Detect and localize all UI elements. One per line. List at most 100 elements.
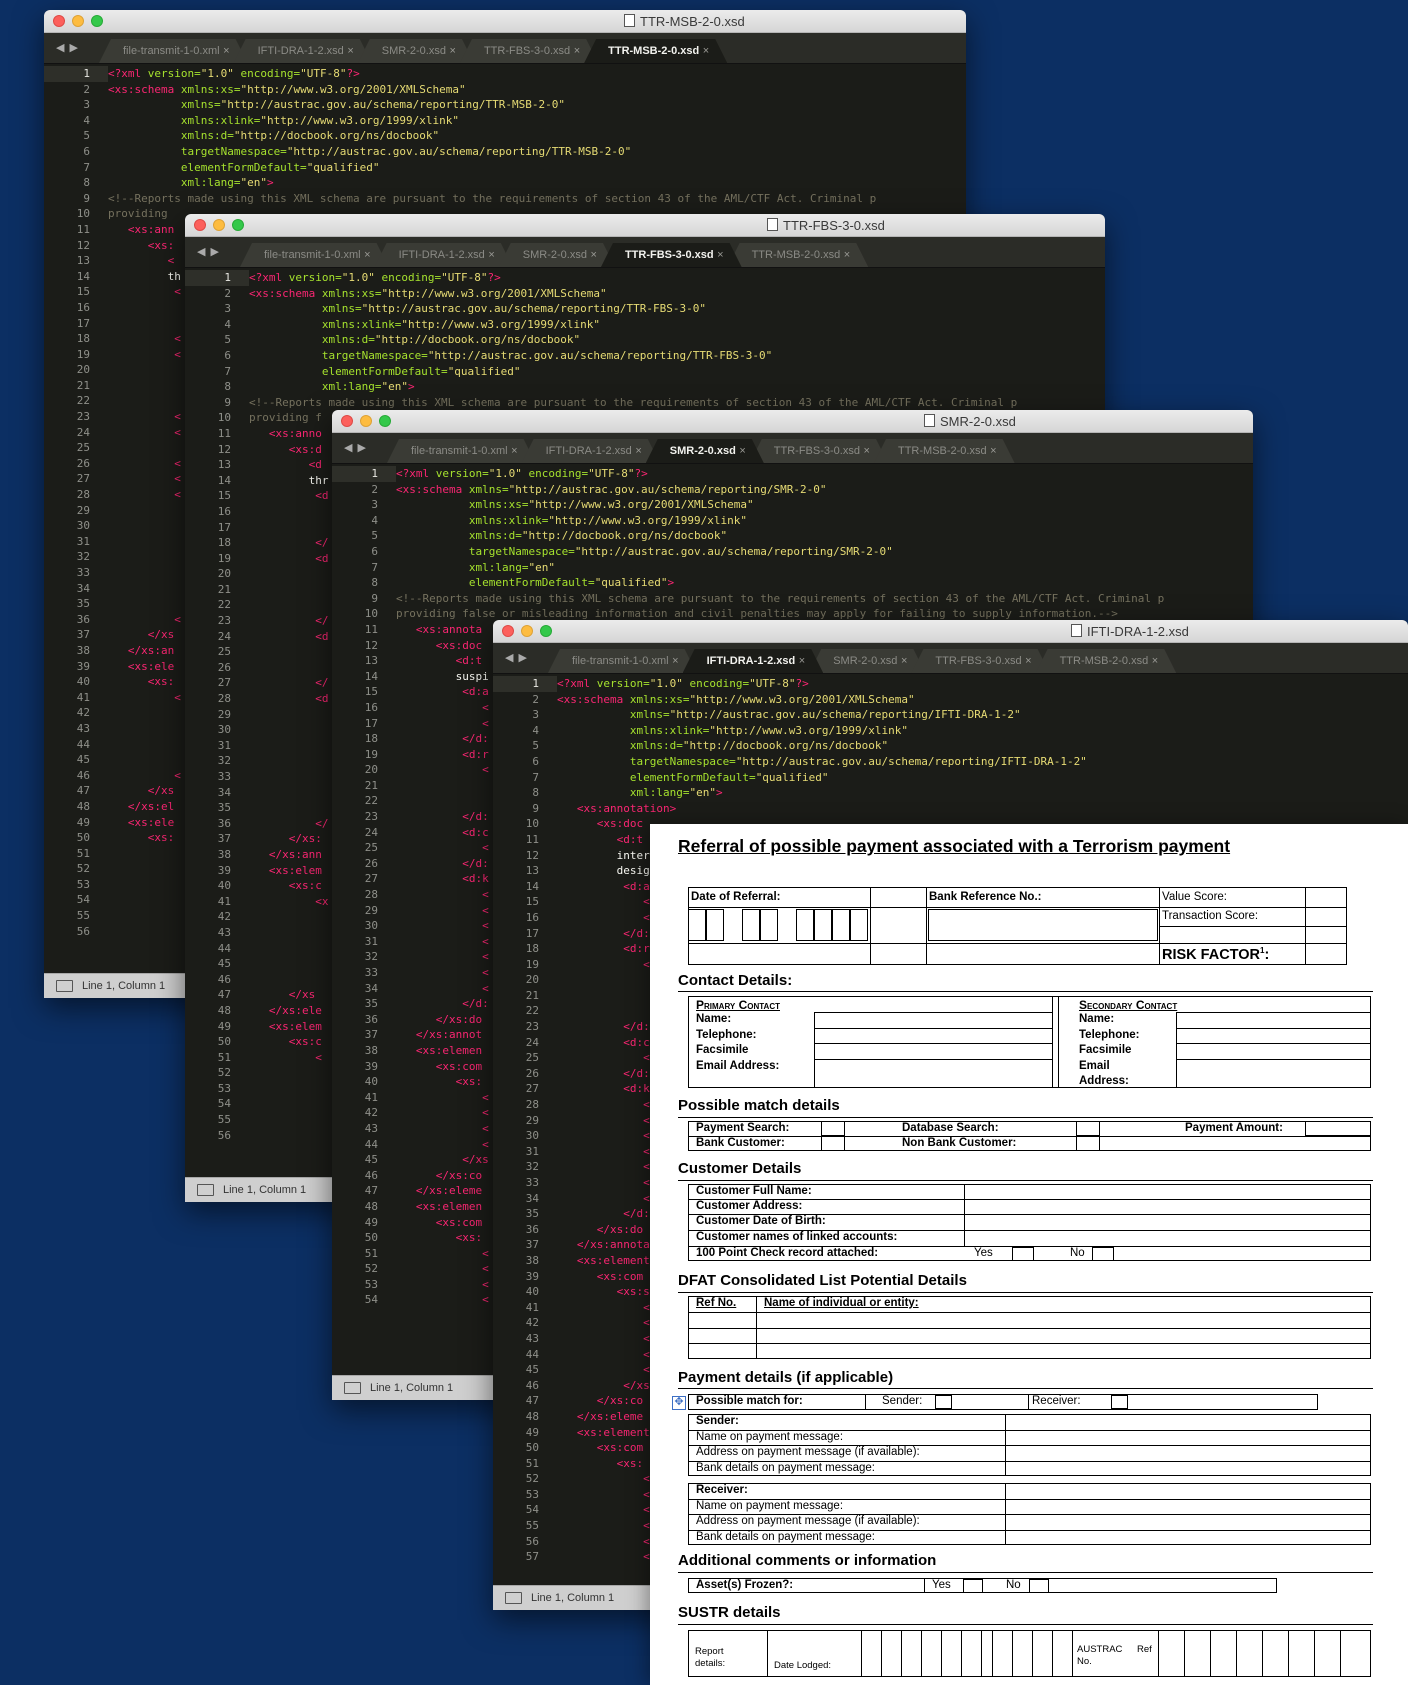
point-check-no-checkbox[interactable] (1092, 1247, 1114, 1261)
database-search-checkbox[interactable] (1076, 1121, 1100, 1136)
tab-ttr-fbs-3-0-xsd[interactable]: TTR-FBS-3-0.xsd × (460, 39, 598, 63)
tab-close-icon[interactable]: × (1152, 655, 1158, 667)
tab-close-icon[interactable]: × (844, 249, 850, 261)
tab-ttr-msb-2-0-xsd[interactable]: TTR-MSB-2-0.xsd × (728, 243, 869, 267)
payment-search-checkbox[interactable] (821, 1121, 845, 1136)
code-line: 7 elementFormDefault="qualified" (83, 160, 380, 174)
tab-ttr-msb-2-0-xsd[interactable]: TTR-MSB-2-0.xsd × (874, 439, 1015, 463)
close-window-button[interactable] (341, 415, 353, 427)
window-titlebar[interactable]: IFTI-DRA-1-2.xsd (493, 620, 1408, 643)
secondary-facsimile-label: Facsimile (1079, 1044, 1132, 1056)
tab-close-icon[interactable]: × (799, 655, 805, 667)
tab-close-icon[interactable]: × (364, 249, 370, 261)
tab-close-icon[interactable]: × (488, 249, 494, 261)
point-check-yes-checkbox[interactable] (1012, 1247, 1034, 1261)
tab-close-icon[interactable]: × (739, 445, 745, 457)
sender-name-label: Name on payment message: (696, 1431, 844, 1443)
bank-customer-checkbox[interactable] (821, 1136, 845, 1151)
tab-file-transmit-1-0-xml[interactable]: file-transmit-1-0.xml × (99, 39, 248, 63)
tab-navigation-arrows-icon[interactable]: ◀ ▶ (56, 41, 79, 54)
ref-no-column-header: Ref No. (696, 1297, 737, 1309)
tab-close-icon[interactable]: × (511, 445, 517, 457)
assets-frozen-label: Asset(s) Frozen?: (696, 1579, 794, 1591)
tab-close-icon[interactable]: × (990, 445, 996, 457)
tab-file-transmit-1-0-xml[interactable]: file-transmit-1-0.xml × (548, 649, 697, 673)
bank-reference-field[interactable] (928, 909, 1158, 941)
code-line: 2 <xs:schema xmlns:xs="http://www.w3.org/… (83, 82, 466, 96)
zoom-window-button[interactable] (232, 219, 244, 231)
code-line: 3 xmlns="http://austrac.gov.au/schema/re… (83, 98, 565, 112)
tab-close-icon[interactable]: × (591, 249, 597, 261)
code-line: 9 <!--Reports made using this XML schema … (83, 191, 877, 205)
tab-ifti-dra-1-2-xsd[interactable]: IFTI-DRA-1-2.xsd × (234, 39, 372, 63)
tab-smr-2-0-xsd[interactable]: SMR-2-0.xsd × (646, 439, 764, 463)
zoom-window-button[interactable] (379, 415, 391, 427)
primary-email-label: Email Address: (696, 1060, 780, 1072)
close-window-button[interactable] (194, 219, 206, 231)
tab-close-icon[interactable]: × (450, 45, 456, 57)
tab-ttr-msb-2-0-xsd[interactable]: TTR-MSB-2-0.xsd × (1036, 649, 1177, 673)
tab-close-icon[interactable]: × (223, 45, 229, 57)
tab-close-icon[interactable]: × (703, 45, 709, 57)
tab-smr-2-0-xsd[interactable]: SMR-2-0.xsd × (809, 649, 925, 673)
close-window-button[interactable] (53, 15, 65, 27)
window-titlebar[interactable]: TTR-MSB-2-0.xsd (44, 10, 966, 33)
tab-ttr-fbs-3-0-xsd[interactable]: TTR-FBS-3-0.xsd × (601, 243, 742, 267)
minimize-window-button[interactable] (213, 219, 225, 231)
secondary-contact-label: Secondary Contact (1079, 998, 1178, 1012)
entity-name-column-header: Name of individual or entity: (764, 1297, 919, 1309)
tab-close-icon[interactable]: × (1025, 655, 1031, 667)
zoom-window-button[interactable] (91, 15, 103, 27)
tab-close-icon[interactable]: × (635, 445, 641, 457)
close-window-button[interactable] (502, 625, 514, 637)
minimize-window-button[interactable] (521, 625, 533, 637)
payment-amount-label: Payment Amount: (1185, 1122, 1283, 1134)
assets-no-checkbox[interactable] (1029, 1579, 1049, 1593)
code-line: 1 <?xml version="1.0" encoding="UTF-8"?> (332, 466, 1253, 482)
tab-smr-2-0-xsd[interactable]: SMR-2-0.xsd × (358, 39, 474, 63)
tab-ifti-dra-1-2-xsd[interactable]: IFTI-DRA-1-2.xsd × (683, 649, 824, 673)
minimize-window-button[interactable] (72, 15, 84, 27)
tab-ttr-fbs-3-0-xsd[interactable]: TTR-FBS-3-0.xsd × (750, 439, 888, 463)
tab-ifti-dra-1-2-xsd[interactable]: IFTI-DRA-1-2.xsd × (375, 243, 513, 267)
tab-navigation-arrows-icon[interactable]: ◀ ▶ (197, 245, 220, 258)
tab-ttr-msb-2-0-xsd[interactable]: TTR-MSB-2-0.xsd × (584, 39, 727, 63)
tab-file-transmit-1-0-xml[interactable]: file-transmit-1-0.xml × (240, 243, 389, 267)
tab-ttr-fbs-3-0-xsd[interactable]: TTR-FBS-3-0.xsd × (911, 649, 1049, 673)
window-titlebar[interactable]: TTR-FBS-3-0.xsd (185, 214, 1105, 237)
code-line: 6 targetNamespace="http://austrac.gov.au… (532, 754, 1087, 768)
tab-ifti-dra-1-2-xsd[interactable]: IFTI-DRA-1-2.xsd × (522, 439, 660, 463)
tab-close-icon[interactable]: × (864, 445, 870, 457)
tab-navigation-arrows-icon[interactable]: ◀ ▶ (505, 651, 528, 664)
sender-option-checkbox[interactable] (935, 1395, 952, 1409)
table-move-icon[interactable]: ✥ (672, 1396, 686, 1410)
tab-close-icon[interactable]: × (717, 249, 723, 261)
receiver-option-checkbox[interactable] (1111, 1395, 1128, 1409)
code-line: 2 <xs:schema xmlns="http://austrac.gov.au… (371, 482, 827, 496)
tab-navigation-arrows-icon[interactable]: ◀ ▶ (344, 441, 367, 454)
payment-search-label: Payment Search: (696, 1122, 790, 1134)
contact-details-heading: Contact Details: (678, 972, 793, 989)
minimize-window-button[interactable] (360, 415, 372, 427)
tab-close-icon[interactable]: × (347, 45, 353, 57)
code-line: 8 elementFormDefault="qualified"> (371, 576, 675, 590)
screen-icon (344, 1382, 361, 1394)
window-titlebar[interactable]: SMR-2-0.xsd (332, 410, 1253, 433)
document-icon (924, 414, 935, 427)
receiver-bank-details-label: Bank details on payment message: (696, 1531, 875, 1543)
customer-details-heading: Customer Details (678, 1160, 802, 1177)
primary-facsimile-label: Facsimile (696, 1044, 749, 1056)
tab-close-icon[interactable]: × (672, 655, 678, 667)
primary-contact-label: Primary Contact (696, 998, 780, 1012)
cursor-position: Line 1, Column 1 (223, 1184, 307, 1196)
tab-close-icon[interactable]: × (901, 655, 907, 667)
payment-amount-field[interactable] (1305, 1121, 1371, 1136)
assets-yes-checkbox[interactable] (963, 1579, 983, 1593)
assets-yes-label: Yes (932, 1579, 951, 1591)
code-line: 4 xmlns:xlink="http://www.w3.org/1999/xl… (83, 113, 460, 127)
non-bank-customer-checkbox[interactable] (1076, 1136, 1100, 1151)
tab-smr-2-0-xsd[interactable]: SMR-2-0.xsd × (499, 243, 615, 267)
tab-file-transmit-1-0-xml[interactable]: file-transmit-1-0.xml × (387, 439, 536, 463)
zoom-window-button[interactable] (540, 625, 552, 637)
tab-close-icon[interactable]: × (574, 45, 580, 57)
